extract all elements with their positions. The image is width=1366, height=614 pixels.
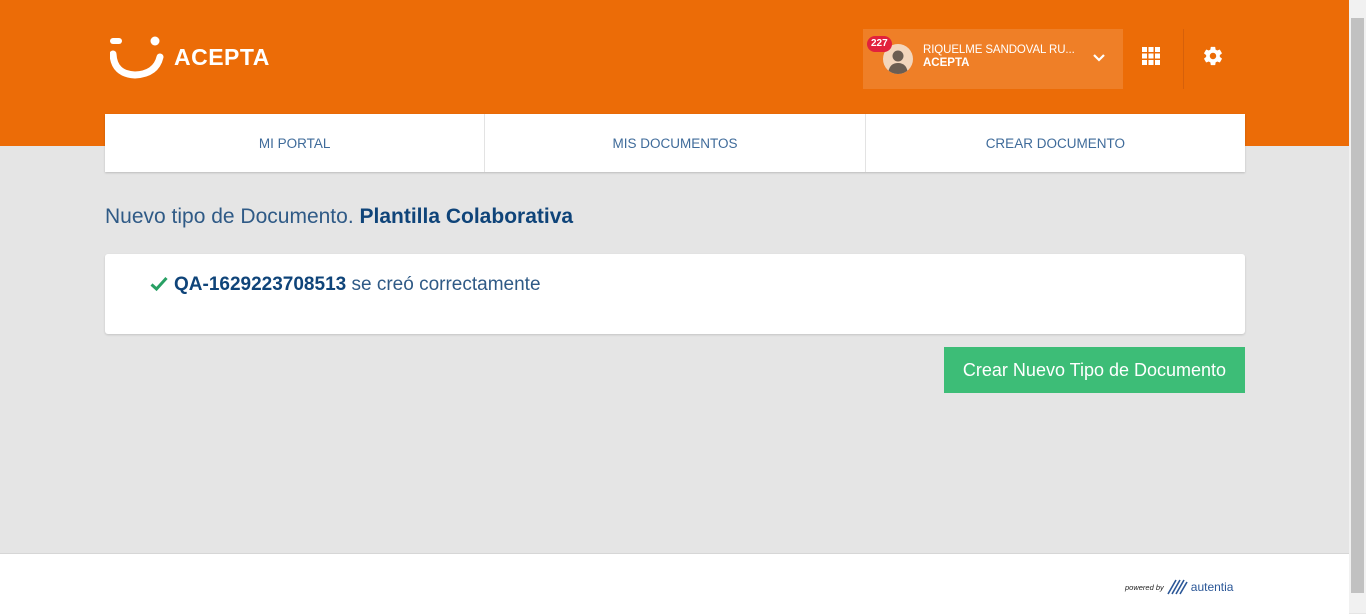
document-type-code: QA-1629223708513 (174, 274, 347, 295)
footer: powered by autentia (0, 553, 1349, 614)
user-organization: ACEPTA (923, 57, 970, 69)
acepta-logo[interactable]: ACEPTA (110, 34, 270, 80)
autentia-brand: autentia (1190, 580, 1234, 594)
apps-grid-icon (1142, 47, 1160, 65)
user-name: RIQUELME SANDOVAL RU... (923, 44, 1075, 56)
success-message: QA-1629223708513 se creó correctamente (174, 274, 541, 296)
tab-mis-documentos[interactable]: MIS DOCUMENTOS (485, 114, 866, 172)
page-title-prefix: Nuevo tipo de Documento. (105, 205, 354, 228)
powered-by-label: powered by (1125, 582, 1164, 592)
header-divider (1183, 29, 1184, 89)
notification-badge[interactable]: 227 (867, 36, 892, 52)
logo-text: ACEPTA (174, 43, 270, 70)
checkmark-icon (150, 276, 168, 292)
tab-crear-documento[interactable]: CREAR DOCUMENTO (866, 114, 1245, 172)
settings-button[interactable] (1202, 45, 1224, 67)
apps-button[interactable] (1141, 46, 1161, 66)
powered-by-autentia[interactable]: powered by autentia (1125, 578, 1233, 596)
create-new-document-type-button[interactable]: Crear Nuevo Tipo de Documento (944, 347, 1245, 393)
page-title: Nuevo tipo de Documento. Plantilla Colab… (105, 205, 573, 229)
user-menu[interactable]: 227 RIQUELME SANDOVAL RU... ACEPTA (863, 29, 1123, 89)
user-info: RIQUELME SANDOVAL RU... ACEPTA (923, 44, 1083, 69)
scrollbar-thumb[interactable] (1351, 18, 1364, 593)
acepta-smile-logo (110, 36, 164, 79)
success-card: QA-1629223708513 se creó correctamente (105, 254, 1245, 334)
tab-mi-portal[interactable]: MI PORTAL (105, 114, 486, 172)
page-title-template-name: Plantilla Colaborativa (359, 205, 574, 228)
gear-icon (1204, 46, 1222, 66)
chevron-down-icon[interactable] (1093, 53, 1105, 63)
success-text: se creó correctamente (351, 274, 541, 295)
main-nav-tabs: MI PORTAL MIS DOCUMENTOS CREAR DOCUMENTO (105, 114, 1245, 172)
autentia-logo-icon (1167, 579, 1188, 595)
